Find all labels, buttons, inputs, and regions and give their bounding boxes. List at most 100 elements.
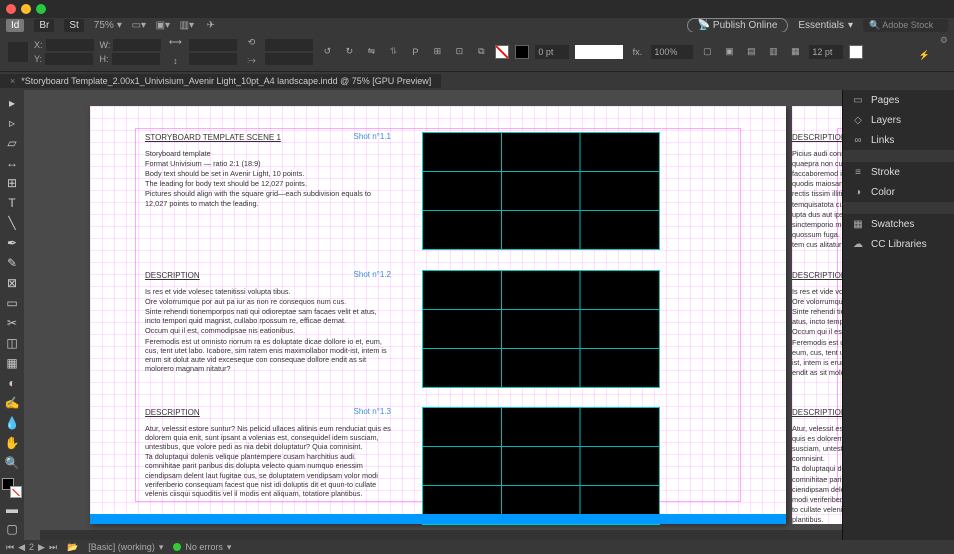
panel-layers[interactable]: ◇Layers [843,110,954,130]
workspace-switcher[interactable]: Essentials▾ [798,20,853,31]
note-tool[interactable]: ✍ [3,394,21,412]
panel-swatches[interactable]: ▦Swatches [843,214,954,234]
screen-mode-icon[interactable]: ▣▾ [156,18,170,32]
scale-y-icon[interactable]: ↕ [167,53,183,69]
pencil-tool[interactable]: ✎ [3,254,21,272]
scrollbar-horizontal[interactable] [40,530,842,540]
app-bridge[interactable]: Br [34,19,54,32]
image-frame[interactable] [422,270,660,388]
shear-input[interactable] [265,53,313,65]
view-mode[interactable]: ▢ [3,520,21,538]
minimize-window[interactable] [21,4,31,14]
opt1-icon[interactable]: ⊞ [429,44,445,60]
first-page-icon[interactable]: ⏮ [6,542,14,553]
app-story[interactable]: St [64,19,83,32]
rectangle-tool[interactable]: ▭ [3,294,21,312]
fill-swatch[interactable] [495,45,509,59]
text-wrap-4-icon[interactable]: ▥ [765,44,781,60]
close-tab-icon[interactable]: × [10,76,15,86]
h-input[interactable] [112,53,160,65]
x-input[interactable] [46,39,94,51]
opt2-icon[interactable]: ⊡ [451,44,467,60]
text-wrap-3-icon[interactable]: ▤ [743,44,759,60]
document-tab[interactable]: × *Storyboard Template_2.00x1_Univisium_… [0,74,441,88]
reference-point[interactable] [8,42,28,62]
publish-online-button[interactable]: 📡 Publish Online [687,18,789,33]
zoom-tool[interactable]: 🔍 [3,454,21,472]
stock-search[interactable]: 🔍 Adobe Stock [863,19,948,32]
arrange-docs-icon[interactable]: ▥▾ [180,18,194,32]
canvas[interactable]: STORYBOARD TEMPLATE SCENE 1Shot n°1.1Sto… [24,90,842,540]
page-tool[interactable]: ▱ [3,134,21,152]
y-input[interactable] [45,53,93,65]
panel-links[interactable]: ∞Links [843,130,954,150]
flip-v-icon[interactable]: ⥮ [385,44,401,60]
panel-settings-icon[interactable]: ⚙ [940,35,948,46]
last-page-icon[interactable]: ⏭ [49,542,57,553]
rotate-cw-icon[interactable]: ↻ [341,44,357,60]
paragraph-style[interactable]: [Basic] (working)▾ [88,542,163,553]
image-frame[interactable] [422,132,660,250]
stroke-style[interactable] [575,45,623,59]
text-wrap-2-icon[interactable]: ▣ [721,44,737,60]
w-input[interactable] [113,39,161,51]
maximize-window[interactable] [36,4,46,14]
apply-color[interactable]: ▬ [3,500,21,518]
flip-h-icon[interactable]: ⇋ [363,44,379,60]
panel-color[interactable]: ◑Color [843,182,954,202]
hand-tool[interactable]: ✋ [3,434,21,452]
page-2[interactable]: DESCRIPTIONPicius audi conseququaepra no… [792,106,842,524]
opt3-icon[interactable]: ⧉ [473,44,489,60]
eyedropper-tool[interactable]: 💧 [3,414,21,432]
scale-y-input[interactable] [189,53,237,65]
selection-tool[interactable]: ▸ [3,94,21,112]
prev-page-icon[interactable]: ◀ [18,542,25,553]
free-transform-tool[interactable]: ◫ [3,334,21,352]
gap-tool[interactable]: ↔ [3,154,21,172]
storyboard-entry: DESCRIPTIONPicius audi conseququaepra no… [792,132,842,250]
opacity[interactable]: 100% [651,45,693,59]
app-indesign[interactable]: Id [6,19,24,32]
stroke-weight[interactable]: 0 pt [535,45,569,59]
panel-pages[interactable]: ▭Pages [843,90,954,110]
panel-stroke[interactable]: ≡Stroke [843,162,954,182]
panel-cc-libraries[interactable]: ☁CC Libraries [843,234,954,254]
rotate-ccw-icon[interactable]: ↺ [319,44,335,60]
font-size[interactable]: 12 pt [809,45,843,59]
scissors-tool[interactable]: ✂ [3,314,21,332]
container-select-icon[interactable]: P [407,44,423,60]
image-frame[interactable] [422,407,660,525]
fill-stroke-proxy[interactable] [2,478,22,498]
page-navigator[interactable]: ⏮ ◀ 2 ▶ ⏭ [6,542,57,553]
rectangle-frame-tool[interactable]: ⊠ [3,274,21,292]
next-page-icon[interactable]: ▶ [38,542,45,553]
preflight-status[interactable]: No errors▾ [173,542,231,553]
type-tool[interactable]: T [3,194,21,212]
view-options-icon[interactable]: ▭▾ [132,18,146,32]
stroke-swatch[interactable] [515,45,529,59]
gradient-feather-tool[interactable]: ◐ [3,374,21,392]
pen-tool[interactable]: ✒ [3,234,21,252]
rotate-icon[interactable]: ⟲ [243,35,259,51]
ruler-vertical[interactable] [24,90,40,540]
scale-x-input[interactable] [189,39,237,51]
line-tool[interactable]: ╲ [3,214,21,232]
rotate-input[interactable] [265,39,313,51]
text-fill[interactable] [849,45,863,59]
page-1[interactable]: STORYBOARD TEMPLATE SCENE 1Shot n°1.1Sto… [90,106,786,524]
open-icon[interactable]: 📂 [67,542,78,553]
zoom-level[interactable]: 75%▾ [94,20,122,31]
ruler-horizontal[interactable] [40,90,842,106]
shear-icon[interactable]: ⧴ [243,53,259,69]
gpu-perf-icon[interactable]: ✈ [204,18,218,32]
scale-x-icon[interactable]: ⟷ [167,35,183,51]
close-window[interactable] [6,4,16,14]
content-collector-tool[interactable]: ⊞ [3,174,21,192]
direct-selection-tool[interactable]: ▹ [3,114,21,132]
quick-apply-icon[interactable]: ⚡ [919,50,930,61]
fx-icon[interactable]: fx. [629,44,645,60]
text-wrap-5-icon[interactable]: ▦ [787,44,803,60]
gradient-swatch-tool[interactable]: ▦ [3,354,21,372]
text-wrap-1-icon[interactable]: ▢ [699,44,715,60]
current-page[interactable]: 2 [29,542,34,552]
